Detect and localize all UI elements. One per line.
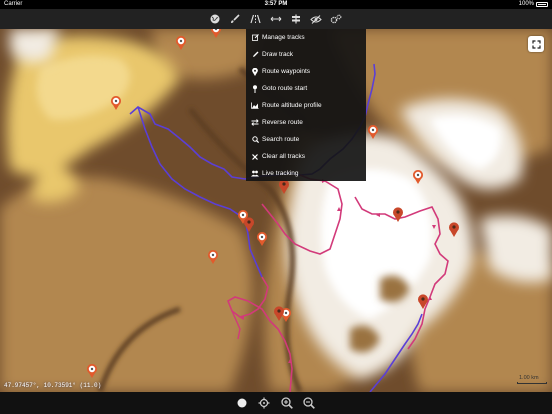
menu-item-goto-route-start[interactable]: Goto route start	[246, 80, 366, 97]
pencil-icon	[248, 51, 262, 58]
menu-item-route-altitude-profile[interactable]: Route altitude profile	[246, 97, 366, 114]
search-icon	[248, 136, 262, 143]
menu-item-manage-tracks[interactable]: Manage tracks	[246, 29, 366, 46]
globe-icon[interactable]	[207, 11, 223, 27]
menu-item-route-waypoints[interactable]: Route waypoints	[246, 63, 366, 80]
brush-icon[interactable]	[227, 11, 243, 27]
scale-line	[517, 382, 547, 384]
settings-icon[interactable]	[328, 11, 344, 27]
zoom-out-icon[interactable]	[302, 396, 316, 410]
menu-item-label: Route altitude profile	[262, 102, 322, 109]
menu-item-clear-all-tracks[interactable]: Clear all tracks	[246, 148, 366, 165]
scale-bar: 1.00 km	[517, 375, 547, 384]
expand-icon	[531, 39, 541, 49]
menu-item-reverse-route[interactable]: Reverse route	[246, 114, 366, 131]
scale-label: 1.00 km	[519, 375, 539, 381]
road-icon[interactable]	[247, 11, 263, 27]
zoom-in-icon[interactable]	[280, 396, 294, 410]
top-toolbar	[0, 9, 552, 29]
menu-item-label: Live tracking	[262, 170, 299, 177]
tracks-menu: Manage tracks Draw track Route waypoints…	[246, 29, 366, 181]
menu-item-label: Route waypoints	[262, 68, 311, 75]
record-dot-icon[interactable]	[235, 396, 249, 410]
battery-percent: 100%	[518, 1, 534, 7]
crosshair-icon[interactable]	[257, 396, 271, 410]
area-chart-icon	[248, 102, 262, 109]
menu-item-label: Manage tracks	[262, 34, 305, 41]
menu-item-draw-track[interactable]: Draw track	[246, 46, 366, 63]
menu-item-label: Reverse route	[262, 119, 303, 126]
menu-item-label: Goto route start	[262, 85, 308, 92]
status-time: 3:57 PM	[264, 1, 288, 7]
battery-icon	[536, 2, 548, 7]
close-icon	[248, 153, 262, 160]
users-icon	[248, 170, 262, 177]
fullscreen-button[interactable]	[528, 36, 544, 52]
menu-item-label: Draw track	[262, 51, 294, 58]
menu-item-live-tracking[interactable]: Live tracking	[246, 165, 366, 182]
menu-item-label: Search route	[262, 136, 300, 143]
eye-slash-icon[interactable]	[308, 11, 324, 27]
bottom-toolbar	[0, 392, 552, 414]
edit-icon	[248, 34, 262, 41]
map-marker-icon	[248, 67, 262, 76]
menu-item-search-route[interactable]: Search route	[246, 131, 366, 148]
measure-icon[interactable]	[268, 11, 284, 27]
swap-icon	[248, 119, 262, 126]
pin-icon	[248, 84, 262, 93]
coordinate-readout: 47.97457°, 10.73591° (11.0)	[4, 382, 102, 389]
menu-item-label: Clear all tracks	[262, 153, 305, 160]
signpost-icon[interactable]	[288, 11, 304, 27]
status-bar: Carrier 3:57 PM 100%	[0, 0, 552, 9]
